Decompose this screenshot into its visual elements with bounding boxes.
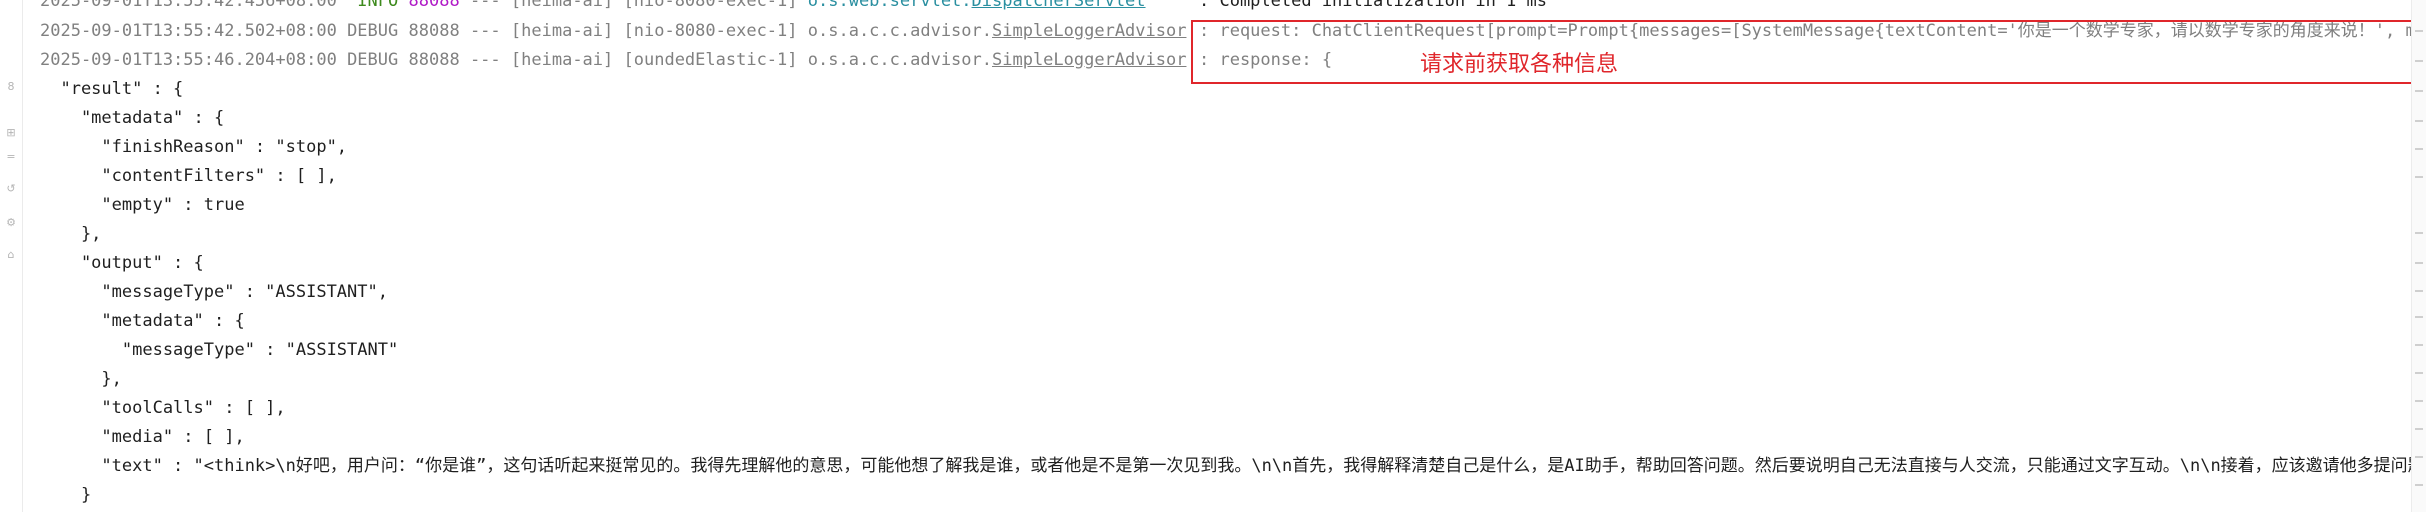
log-level: DEBUG xyxy=(347,50,399,70)
log-thread: [nio-8080-exec-1] xyxy=(623,21,798,41)
scroll-marker xyxy=(2415,262,2423,264)
log-pid: 88088 xyxy=(408,0,460,11)
log-thread: [oundedElastic-1] xyxy=(623,50,798,70)
log-package: o.s.a.c.c.advisor. xyxy=(807,21,992,41)
json-line: }, xyxy=(40,369,122,389)
log-class-link[interactable]: SimpleLoggerAdvisor xyxy=(992,50,1186,70)
log-separator: --- xyxy=(469,0,501,11)
log-message: : request: ChatClientRequest[prompt=Prom… xyxy=(1199,17,2412,46)
json-line: }, xyxy=(40,224,102,244)
json-line: "empty" : true xyxy=(40,195,245,215)
scroll-marker xyxy=(2415,484,2423,486)
log-class-link[interactable]: DispatcherServlet xyxy=(972,0,1146,11)
log-separator: --- xyxy=(469,21,501,41)
scroll-marker xyxy=(2415,372,2423,374)
scroll-marker xyxy=(2415,400,2423,402)
gutter-icon[interactable]: ⌂ xyxy=(0,248,22,261)
scroll-marker xyxy=(2415,428,2423,430)
json-line: "result" : { xyxy=(40,79,184,99)
json-line: "text" : "<think>\n好吧，用户问：“你是谁”，这句话听起来挺常… xyxy=(40,456,2412,476)
gutter-icon[interactable]: ⊞ xyxy=(0,126,22,139)
json-line: "metadata" : { xyxy=(40,108,225,128)
log-timestamp: 2025-09-01T13:55:46.204+08:00 xyxy=(40,50,337,70)
log-line: 2025-09-01T13:55:42.502+08:00 DEBUG 8808… xyxy=(40,17,1186,46)
log-package: o.s.web.servlet. xyxy=(807,0,972,11)
log-app: [heima-ai] xyxy=(510,0,614,11)
annotation-label: 请求前获取各种信息 xyxy=(1420,52,1619,77)
json-line: "toolCalls" : [ ], xyxy=(40,398,286,418)
log-message-text: : response: { xyxy=(1199,50,1333,70)
scroll-marker xyxy=(2415,316,2423,318)
log-timestamp: 2025-09-01T13:55:42.456+08:00 xyxy=(40,0,337,11)
console-output[interactable]: 2025-09-01T13:55:42.456+08:00 INFO 88088… xyxy=(22,0,2412,512)
scroll-marker xyxy=(2415,60,2423,62)
log-level: INFO xyxy=(357,0,399,11)
gutter-icon[interactable]: ↺ xyxy=(0,182,22,195)
scroll-marker xyxy=(2415,90,2423,92)
json-line: "output" : { xyxy=(40,253,204,273)
log-line: 2025-09-01T13:55:42.456+08:00 INFO 88088… xyxy=(40,0,1146,16)
log-separator: --- xyxy=(469,50,501,70)
log-message-text: : request: ChatClientRequest[prompt=Prom… xyxy=(1199,21,2412,41)
json-line: "messageType" : "ASSISTANT", xyxy=(40,282,388,302)
log-class-link[interactable]: SimpleLoggerAdvisor xyxy=(992,21,1186,41)
log-level: DEBUG xyxy=(347,21,399,41)
log-app: [heima-ai] xyxy=(510,50,614,70)
log-message-text: : Completed initialization in 1 ms xyxy=(1199,0,1547,11)
scroll-marker xyxy=(2415,290,2423,292)
gutter-icon[interactable]: 8 xyxy=(0,80,22,93)
log-message: : response: { xyxy=(1199,46,1332,75)
json-line: } xyxy=(40,485,92,505)
scroll-marker xyxy=(2415,30,2423,32)
log-pid: 88088 xyxy=(408,21,460,41)
gutter-icon[interactable]: = xyxy=(0,150,22,163)
log-pid: 88088 xyxy=(408,50,460,70)
gutter-icon[interactable]: ⚙ xyxy=(0,216,22,229)
scroll-marker xyxy=(2415,344,2423,346)
log-app: [heima-ai] xyxy=(510,21,614,41)
scroll-marker xyxy=(2415,176,2423,178)
scroll-marker xyxy=(2415,120,2423,122)
json-line: "messageType" : "ASSISTANT" xyxy=(40,340,399,360)
log-line: 2025-09-01T13:55:46.204+08:00 DEBUG 8808… xyxy=(40,46,1186,75)
json-line: "metadata" : { xyxy=(40,311,245,331)
json-line: "finishReason" : "stop", xyxy=(40,137,348,157)
log-timestamp: 2025-09-01T13:55:42.502+08:00 xyxy=(40,21,337,41)
vertical-scrollbar[interactable] xyxy=(2411,0,2426,512)
json-line: "media" : [ ], xyxy=(40,427,245,447)
scroll-marker xyxy=(2415,232,2423,234)
log-thread: [nio-8080-exec-1] xyxy=(623,0,798,11)
scroll-marker xyxy=(2415,148,2423,150)
log-package: o.s.a.c.c.advisor. xyxy=(807,50,992,70)
scroll-marker xyxy=(2415,456,2423,458)
log-message: : Completed initialization in 1 ms xyxy=(1199,0,1547,16)
left-gutter: 8 ⊞ = ↺ ⚙ ⌂ xyxy=(0,0,23,512)
json-line: "contentFilters" : [ ], xyxy=(40,166,337,186)
